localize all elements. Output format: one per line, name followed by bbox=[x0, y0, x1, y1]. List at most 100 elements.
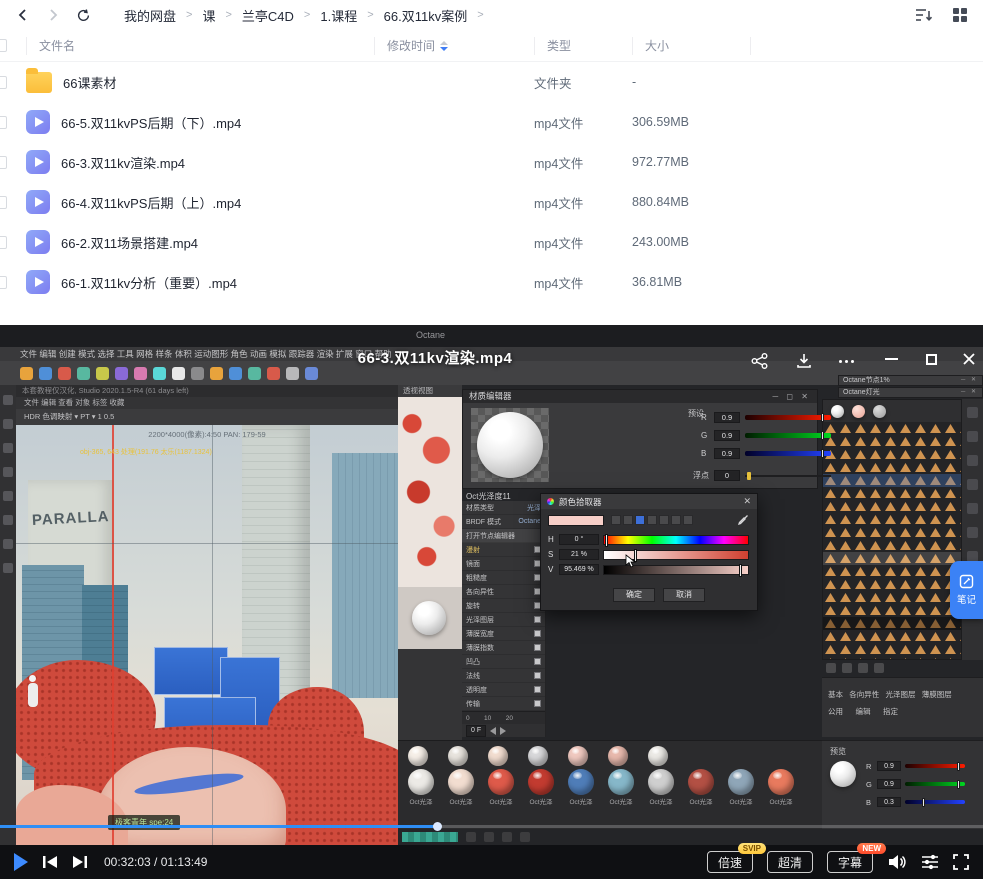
sort-arrows-icon[interactable] bbox=[440, 41, 448, 51]
volume-icon[interactable] bbox=[887, 854, 907, 870]
breadcrumb-item[interactable]: 兰亭C4D bbox=[242, 6, 294, 25]
c4d-3d-scene: PARALLA bbox=[16, 425, 398, 845]
breadcrumb: 我的网盘> 课> 兰亭C4D> 1.课程> 66.双11kv案例> bbox=[124, 6, 484, 25]
row-checkbox[interactable] bbox=[0, 236, 7, 249]
svip-badge: SVIP bbox=[738, 843, 766, 854]
note-icon bbox=[959, 574, 974, 589]
seekbar[interactable] bbox=[0, 825, 983, 828]
row-checkbox[interactable] bbox=[0, 276, 7, 289]
folder-icon bbox=[26, 72, 52, 93]
select-all-checkbox[interactable] bbox=[0, 39, 7, 52]
scene-axis-line bbox=[16, 543, 398, 544]
scene-figure bbox=[28, 683, 38, 707]
file-row[interactable]: 66课素材 文件夹 - bbox=[0, 62, 983, 102]
breadcrumb-separator: > bbox=[225, 9, 231, 21]
file-row[interactable]: 66-5.双11kvPS后期（下）.mp4 mp4文件 306.59MB bbox=[0, 102, 983, 142]
render-sphere bbox=[412, 601, 446, 635]
c4d-viewport-menu: 文件 编辑 查看 对象 标签 收藏 bbox=[16, 397, 398, 409]
settings-icon[interactable] bbox=[921, 854, 939, 870]
color-picker-dialog: 颜色拾取器✕ H0 ° S21 % V95.469 % 确定 取消 bbox=[540, 493, 758, 611]
list-view-tools bbox=[915, 6, 969, 24]
file-manager: 我的网盘> 课> 兰亭C4D> 1.课程> 66.双11kv案例> 文件名 修改… bbox=[0, 0, 983, 325]
video-frame[interactable]: Octane 文件 编辑 创建 模式 选择 工具 网格 样条 体积 运动图形 角… bbox=[0, 325, 983, 845]
octane-node-window: Octane节点1%─ ✕ bbox=[838, 375, 983, 386]
fullscreen-icon[interactable] bbox=[953, 854, 969, 870]
file-list: 66课素材 文件夹 - 66-5.双11kvPS后期（下）.mp4 mp4文件 … bbox=[0, 62, 983, 302]
download-icon[interactable] bbox=[794, 351, 814, 371]
column-modified-time[interactable]: 修改时间 bbox=[374, 37, 534, 55]
maximize-button[interactable] bbox=[920, 349, 942, 369]
file-row[interactable]: 66-2.双11场景搭建.mp4 mp4文件 243.00MB bbox=[0, 222, 983, 262]
list-header: 文件名 修改时间 类型 大小 bbox=[0, 30, 983, 62]
speed-button[interactable]: 倍速SVIP bbox=[707, 851, 753, 873]
file-name[interactable]: 66-1.双11kv分析（重要）.mp4 bbox=[61, 273, 237, 292]
file-name[interactable]: 66-3.双11kv渲染.mp4 bbox=[61, 153, 185, 172]
color-wheel-icon bbox=[547, 498, 554, 505]
row-checkbox[interactable] bbox=[0, 76, 7, 89]
c4d-left-toolbar bbox=[0, 385, 16, 845]
file-size: 880.84MB bbox=[632, 195, 750, 209]
material-thumb bbox=[608, 769, 634, 795]
share-icon[interactable] bbox=[750, 351, 770, 371]
breadcrumb-item[interactable]: 我的网盘 bbox=[124, 6, 176, 25]
render-view-image bbox=[398, 397, 462, 587]
column-size[interactable]: 大小 bbox=[632, 37, 750, 55]
player-controls: 00:32:03 / 01:13:49 倍速SVIP 超清 字幕NEW bbox=[0, 845, 983, 879]
render-view-label: 透视视图 bbox=[398, 385, 462, 397]
play-button[interactable] bbox=[14, 853, 28, 871]
nav-bar: 我的网盘> 课> 兰亭C4D> 1.课程> 66.双11kv案例> bbox=[0, 0, 983, 30]
row-checkbox[interactable] bbox=[0, 116, 7, 129]
material-thumb bbox=[688, 769, 714, 795]
file-type: mp4文件 bbox=[534, 233, 632, 252]
file-name[interactable]: 66课素材 bbox=[63, 73, 116, 92]
c4d-video-content: Octane 文件 编辑 创建 模式 选择 工具 网格 样条 体积 运动图形 角… bbox=[0, 325, 983, 845]
material-thumb bbox=[488, 746, 508, 766]
file-name[interactable]: 66-5.双11kvPS后期（下）.mp4 bbox=[61, 113, 241, 132]
note-button[interactable]: 笔记 bbox=[950, 561, 983, 619]
c4d-bottom-strip bbox=[398, 829, 983, 845]
c4d-attribute-tabs: 基本 各向异性 光泽图层 薄膜图层公用 编辑 指定 bbox=[822, 677, 983, 737]
refresh-icon[interactable] bbox=[74, 6, 92, 24]
quality-button[interactable]: 超清 bbox=[767, 851, 813, 873]
forward-icon[interactable] bbox=[44, 6, 62, 24]
breadcrumb-item-current[interactable]: 66.双11kv案例 bbox=[384, 6, 468, 25]
current-color-swatch bbox=[548, 515, 604, 526]
scene-building bbox=[332, 453, 398, 698]
subtitle-button[interactable]: 字幕NEW bbox=[827, 851, 873, 873]
file-type: mp4文件 bbox=[534, 273, 632, 292]
breadcrumb-item[interactable]: 课 bbox=[202, 6, 215, 25]
video-title: 66-3.双11kv渲染.mp4 bbox=[0, 347, 870, 368]
material-thumb bbox=[608, 746, 628, 766]
next-button[interactable] bbox=[72, 855, 88, 869]
material-thumb bbox=[448, 769, 474, 795]
scene-axis-line bbox=[212, 425, 213, 845]
color-picker-title: 颜色拾取器 bbox=[559, 496, 602, 508]
more-icon[interactable] bbox=[836, 351, 856, 371]
material-thumb bbox=[448, 746, 468, 766]
file-row[interactable]: 66-1.双11kv分析（重要）.mp4 mp4文件 36.81MB bbox=[0, 262, 983, 302]
file-name[interactable]: 66-2.双11场景搭建.mp4 bbox=[61, 233, 198, 252]
row-checkbox[interactable] bbox=[0, 196, 7, 209]
previous-button[interactable] bbox=[42, 855, 58, 869]
c4d-small-icons bbox=[826, 663, 884, 673]
file-size: 36.81MB bbox=[632, 275, 750, 289]
column-filename[interactable]: 文件名 bbox=[26, 37, 374, 55]
material-thumb bbox=[648, 769, 674, 795]
video-file-icon bbox=[26, 230, 50, 254]
close-button[interactable] bbox=[958, 349, 980, 369]
material-thumb bbox=[528, 746, 548, 766]
file-type: mp4文件 bbox=[534, 153, 632, 172]
breadcrumb-separator: > bbox=[304, 9, 310, 21]
row-checkbox[interactable] bbox=[0, 156, 7, 169]
dialog-close-icon: ✕ bbox=[743, 496, 751, 507]
column-type[interactable]: 类型 bbox=[534, 37, 632, 55]
breadcrumb-item[interactable]: 1.课程 bbox=[320, 6, 357, 25]
grid-view-icon[interactable] bbox=[951, 6, 969, 24]
sort-order-icon[interactable] bbox=[915, 6, 933, 24]
minimize-button[interactable] bbox=[880, 349, 902, 369]
c4d-material-params: 材质类型光泽 BRDF 模式Octane 打开节点编辑器 漫射 镜面 粗糙度 各… bbox=[462, 501, 546, 737]
back-icon[interactable] bbox=[14, 6, 32, 24]
file-row[interactable]: 66-3.双11kv渲染.mp4 mp4文件 972.77MB bbox=[0, 142, 983, 182]
file-row[interactable]: 66-4.双11kvPS后期（上）.mp4 mp4文件 880.84MB bbox=[0, 182, 983, 222]
file-name[interactable]: 66-4.双11kvPS后期（上）.mp4 bbox=[61, 193, 241, 212]
